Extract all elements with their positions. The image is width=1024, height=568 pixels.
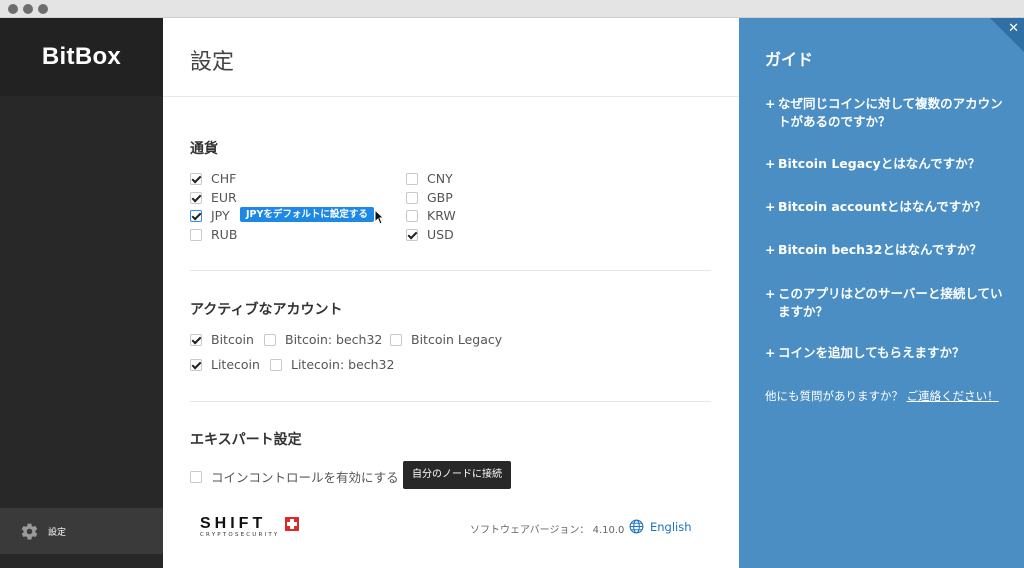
plus-icon: +: [765, 345, 776, 360]
account-checkbox-litecoin-bech32[interactable]: Litecoin: bech32: [270, 357, 394, 372]
plus-icon: +: [765, 156, 776, 171]
guide-faq-item[interactable]: + Bitcoin Legacyとはなんですか？: [765, 155, 1005, 173]
currency-checkbox-eur[interactable]: EUR: [190, 190, 237, 205]
coin-control-checkbox[interactable]: コインコントロールを有効にする: [190, 467, 399, 486]
shift-logo: SHIFT CRYPTOSECURITY: [200, 515, 310, 545]
bitbox-logo[interactable]: BitBox: [42, 43, 121, 71]
checkbox[interactable]: [270, 358, 282, 371]
plus-icon: +: [765, 242, 776, 257]
checkbox[interactable]: [406, 191, 418, 204]
checkbox-label: EUR: [211, 190, 237, 205]
currency-checkbox-chf[interactable]: CHF: [190, 171, 236, 186]
checkbox-label: コインコントロールを有効にする: [211, 470, 399, 485]
faq-question: Bitcoin accountとはなんですか？: [778, 199, 987, 214]
checkbox-label: Litecoin: bech32: [291, 357, 395, 372]
guide-faq-item[interactable]: + このアプリはどのサーバーと接続していますか？: [765, 285, 1005, 321]
plus-icon: +: [765, 199, 776, 214]
account-checkbox-bitcoin-bech32[interactable]: Bitcoin: bech32: [264, 332, 382, 347]
divider: [190, 401, 711, 402]
checkbox-label: Bitcoin: [211, 332, 254, 347]
set-default-currency-button[interactable]: JPYをデフォルトに設定する: [240, 207, 374, 222]
connect-own-node-button[interactable]: 自分のノードに接続: [403, 461, 511, 489]
section-title-expert: エキスパート設定: [190, 432, 302, 448]
account-checkbox-bitcoin[interactable]: Bitcoin: [190, 332, 254, 347]
plus-icon: +: [765, 96, 776, 111]
guide-panel: ✕ ガイド + なぜ同じコインに対して複数のアカウントがあるのですか？ + Bi…: [739, 18, 1024, 568]
checkbox-label: Bitcoin Legacy: [411, 332, 503, 347]
checkbox[interactable]: [390, 333, 402, 346]
sidebar-item-label: 設定: [48, 527, 67, 538]
currency-checkbox-krw[interactable]: KRW: [406, 208, 456, 223]
divider: [190, 270, 711, 271]
checkbox[interactable]: [190, 358, 202, 371]
plus-icon: +: [765, 286, 776, 301]
account-checkbox-litecoin[interactable]: Litecoin: [190, 357, 260, 372]
checkbox[interactable]: [190, 228, 202, 241]
divider: [163, 96, 739, 97]
mouse-cursor-icon: [374, 209, 384, 225]
currency-checkbox-usd[interactable]: USD: [406, 227, 454, 242]
window-close-button[interactable]: [8, 4, 18, 14]
checkbox-label: USD: [427, 227, 454, 242]
faq-question: Bitcoin Legacyとはなんですか？: [778, 156, 981, 171]
currency-checkbox-rub[interactable]: RUB: [190, 227, 237, 242]
guide-contact-text: 他にも質問がありますか？: [765, 389, 903, 403]
window-minimize-button[interactable]: [23, 4, 33, 14]
checkbox[interactable]: [406, 172, 418, 185]
checkbox-label: Bitcoin: bech32: [285, 332, 383, 347]
checkbox[interactable]: [190, 191, 202, 204]
section-title-accounts: アクティブなアカウント: [190, 302, 343, 318]
checkbox[interactable]: [406, 228, 418, 241]
shift-logo-subtitle: CRYPTOSECURITY: [200, 532, 280, 538]
swiss-cross-icon: [285, 517, 299, 531]
language-switcher[interactable]: English: [629, 519, 692, 534]
account-checkbox-bitcoin-legacy[interactable]: Bitcoin Legacy: [390, 332, 502, 347]
currency-checkbox-gbp[interactable]: GBP: [406, 190, 453, 205]
software-version: ソフトウェアバージョン： 4.10.0: [470, 525, 625, 536]
faq-question: Bitcoin bech32とはなんですか？: [778, 242, 982, 257]
checkbox-label: RUB: [211, 227, 238, 242]
contact-link[interactable]: ご連絡ください！: [907, 389, 999, 403]
checkbox-label: CHF: [211, 171, 237, 186]
sidebar: BitBox 設定: [0, 18, 163, 568]
globe-icon: [629, 519, 644, 534]
page-title: 設定: [190, 50, 235, 75]
sidebar-item-settings[interactable]: 設定: [0, 508, 163, 554]
guide-faq-item[interactable]: + コインを追加してもらえますか？: [765, 344, 1005, 362]
checkbox[interactable]: [190, 470, 202, 483]
checkbox-label: Litecoin: [211, 357, 260, 372]
checkbox-label: GBP: [427, 190, 453, 205]
checkbox-label: CNY: [427, 171, 453, 186]
faq-question: このアプリはどのサーバーと接続していますか？: [778, 286, 1003, 319]
guide-faq-item[interactable]: + Bitcoin accountとはなんですか？: [765, 198, 1005, 216]
checkbox-label: KRW: [427, 208, 456, 223]
guide-faq-item[interactable]: + なぜ同じコインに対して複数のアカウントがあるのですか？: [765, 95, 1005, 131]
window-titlebar: [0, 0, 1024, 18]
window-zoom-button[interactable]: [38, 4, 48, 14]
checkbox-label: JPY: [211, 208, 230, 223]
checkbox[interactable]: [190, 172, 202, 185]
logo-area: BitBox: [0, 18, 163, 96]
checkbox[interactable]: [190, 333, 202, 346]
language-label: English: [650, 519, 692, 534]
faq-question: なぜ同じコインに対して複数のアカウントがあるのですか？: [778, 96, 1003, 129]
section-title-currency: 通貨: [190, 141, 218, 157]
faq-question: コインを追加してもらえますか？: [778, 345, 965, 360]
checkbox[interactable]: [406, 209, 418, 222]
gear-icon: [21, 523, 38, 539]
guide-title: ガイド: [765, 50, 814, 69]
close-icon[interactable]: ✕: [1008, 21, 1019, 36]
currency-checkbox-jpy[interactable]: JPY: [190, 208, 230, 223]
currency-checkbox-cny[interactable]: CNY: [406, 171, 453, 186]
guide-contact: 他にも質問がありますか？ ご連絡ください！: [765, 388, 1005, 405]
checkbox[interactable]: [190, 209, 202, 222]
checkbox[interactable]: [264, 333, 276, 346]
guide-faq-item[interactable]: + Bitcoin bech32とはなんですか？: [765, 241, 1005, 259]
